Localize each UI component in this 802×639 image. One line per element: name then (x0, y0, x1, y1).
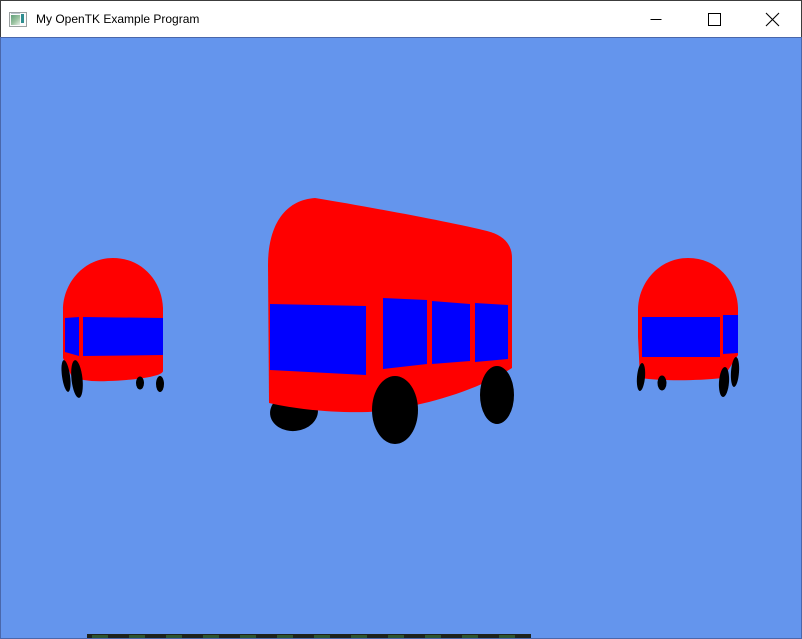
maximize-icon (708, 13, 721, 26)
minimize-icon (650, 13, 662, 25)
wheel (136, 377, 144, 390)
app-icon-green-pane (11, 15, 20, 25)
strip-dash (277, 635, 293, 638)
maximize-button[interactable] (685, 1, 743, 37)
bus-center-window-front (270, 304, 366, 375)
minimize-button[interactable] (627, 1, 685, 37)
bus-left-window-side (65, 317, 79, 356)
strip-dash (203, 635, 219, 638)
strip-dash (166, 635, 182, 638)
app-window: My OpenTK Example Program (0, 0, 802, 639)
caption-buttons (627, 1, 801, 37)
wheel (156, 376, 164, 392)
bus-center-window-side-2 (432, 301, 470, 364)
strip-dash (499, 635, 515, 638)
app-icon[interactable] (9, 12, 27, 27)
close-button[interactable] (743, 1, 801, 37)
titlebar[interactable]: My OpenTK Example Program (0, 0, 802, 37)
strip-dash (240, 635, 256, 638)
app-icon-topline (11, 13, 20, 14)
window-title: My OpenTK Example Program (36, 12, 627, 26)
bus-left-window-main (83, 317, 163, 356)
bus-right-window-main (642, 317, 720, 357)
strip-dash (462, 635, 478, 638)
strip-dash (92, 635, 108, 638)
close-icon (765, 12, 780, 27)
wheel (658, 376, 667, 391)
strip-dash (129, 635, 145, 638)
wheel (372, 376, 418, 444)
strip-dash (388, 635, 404, 638)
strip-dash (425, 635, 441, 638)
bottom-strip (87, 634, 531, 638)
bus-right-windows (642, 315, 738, 357)
app-icon-teal-bar (21, 14, 24, 23)
bus-center-window-side-3 (475, 303, 508, 362)
gl-viewport[interactable] (0, 37, 802, 639)
bus-right-window-side (723, 315, 738, 354)
bus-right (636, 258, 740, 397)
strip-dash (314, 635, 330, 638)
wheel (480, 366, 514, 424)
bus-center-window-side-1 (383, 298, 427, 369)
strip-dash (351, 635, 367, 638)
